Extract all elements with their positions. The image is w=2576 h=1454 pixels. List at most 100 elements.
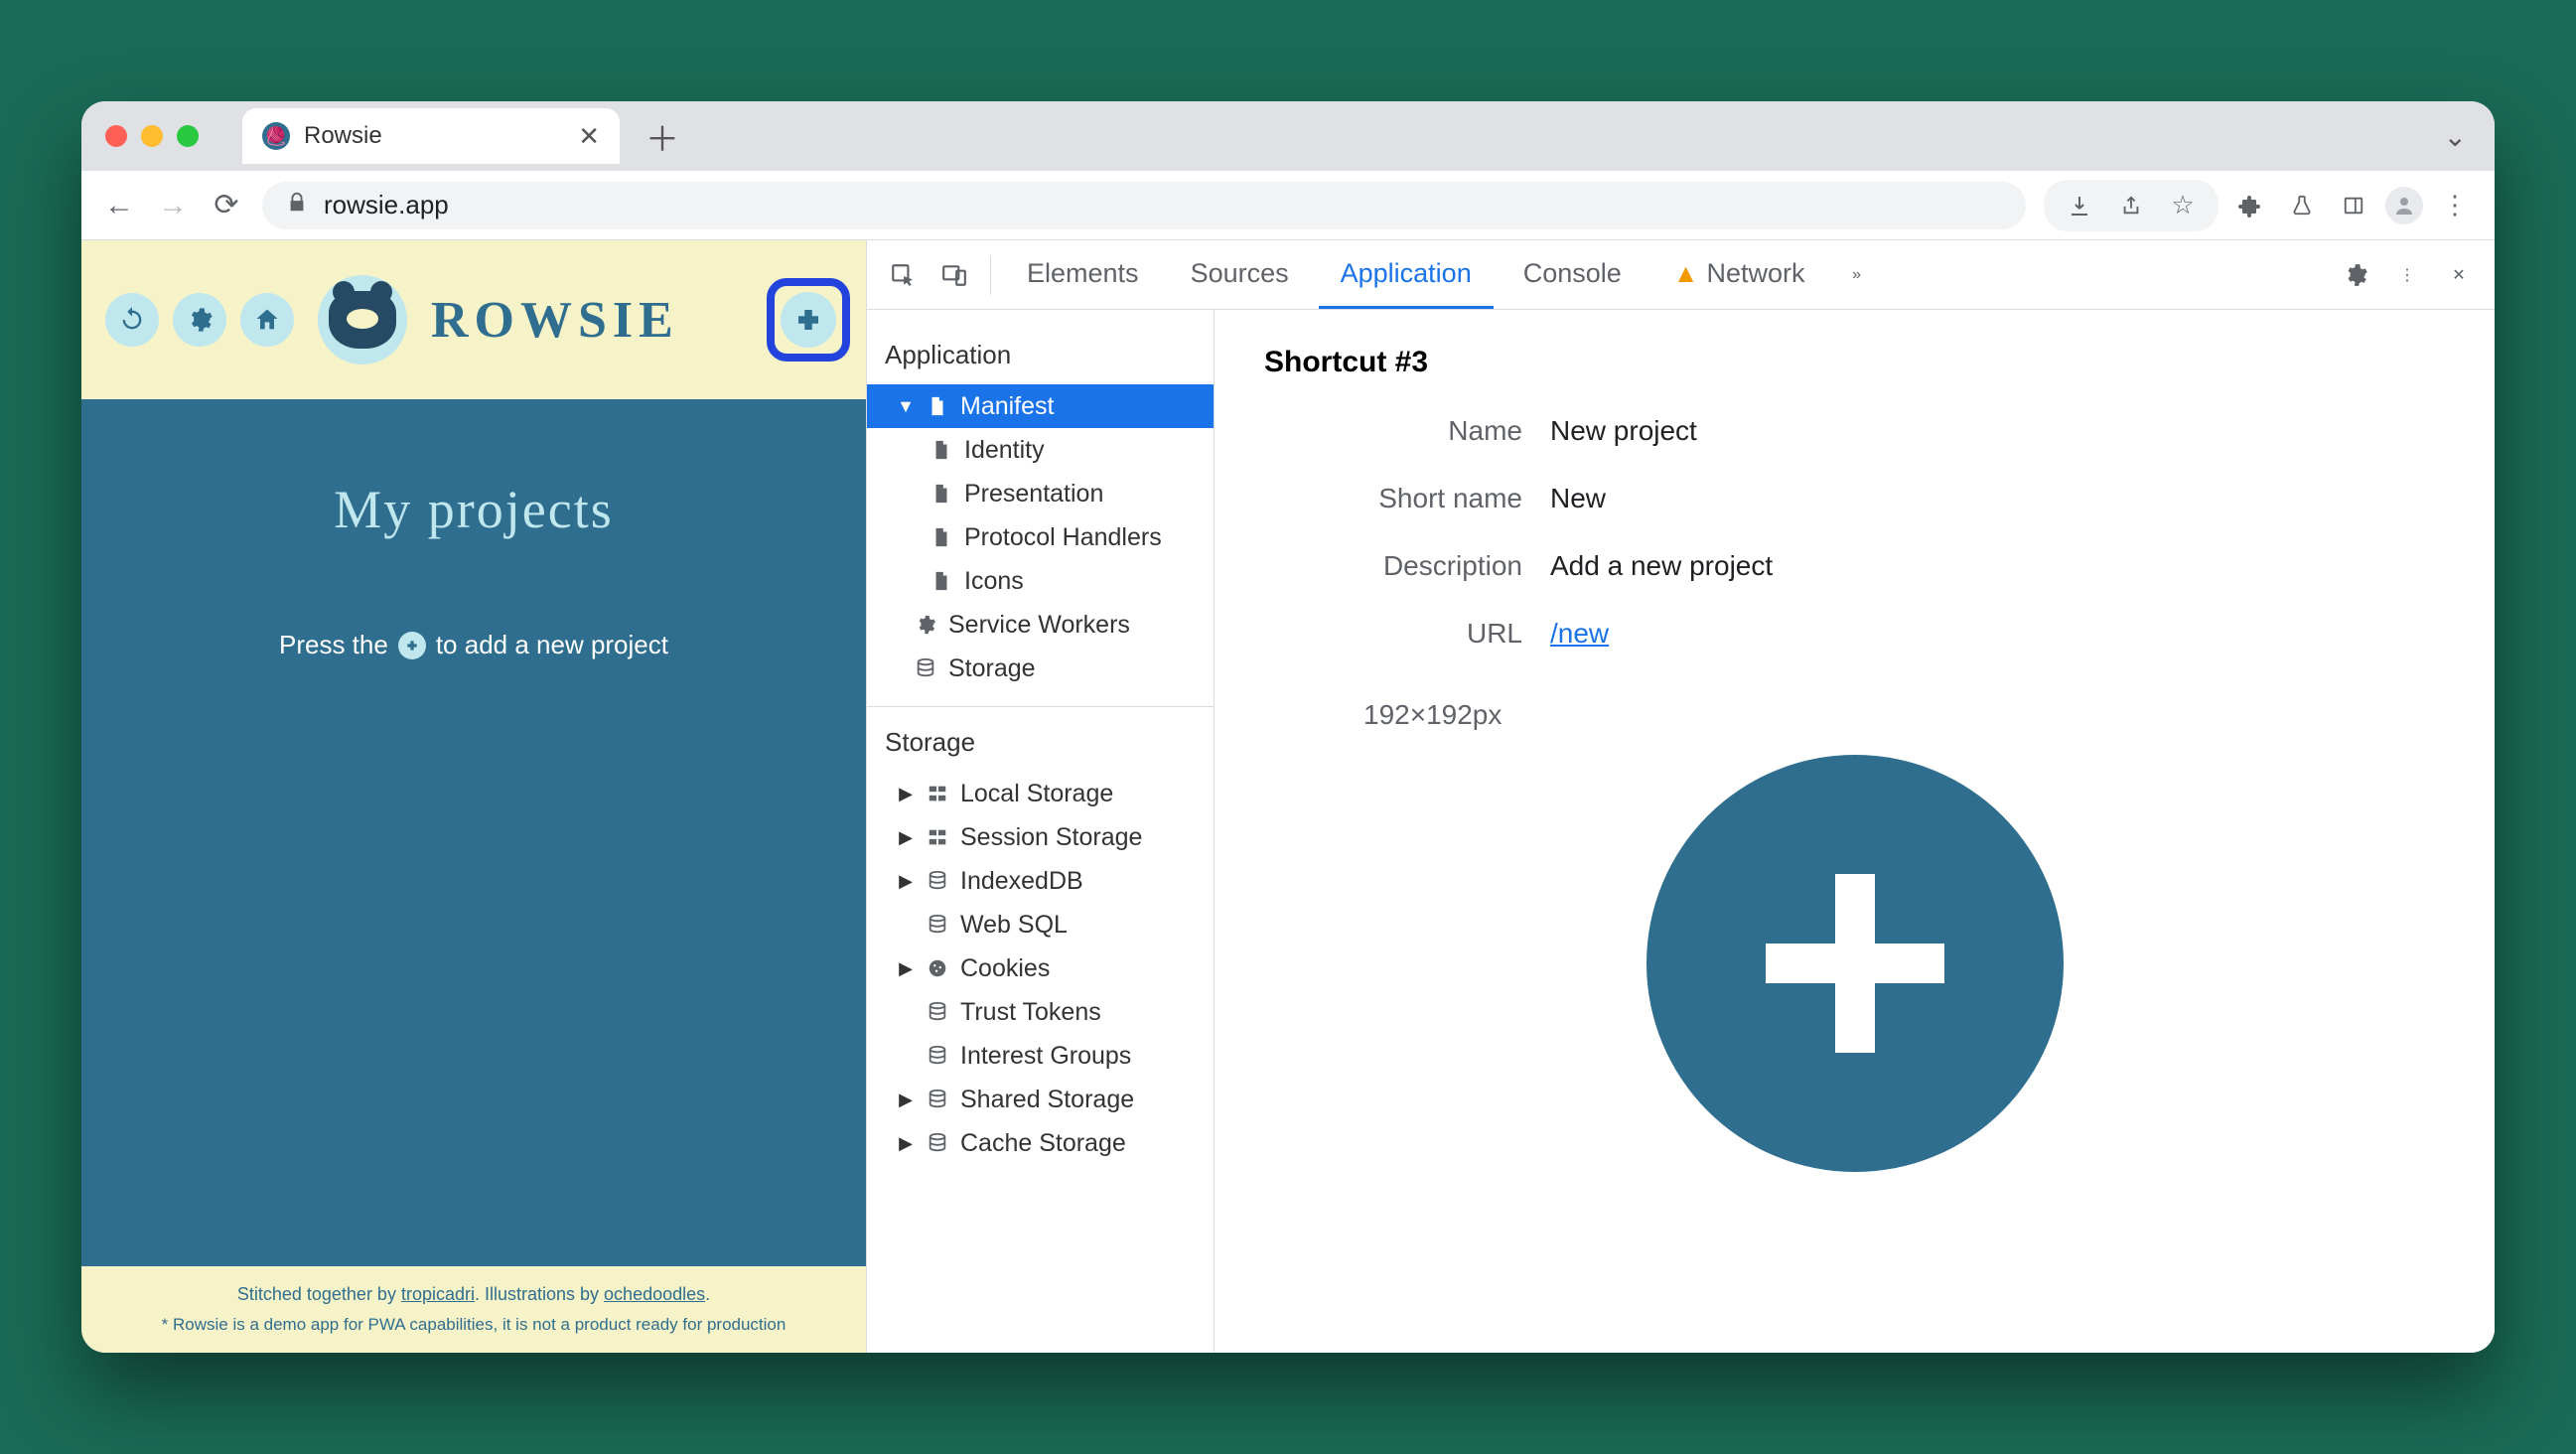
content-area: ROWSIE My projects Press the to add a ne… <box>81 240 2495 1353</box>
icon-dimensions: 192×192px <box>1363 699 1502 731</box>
chevron-right-icon: ▶ <box>897 784 915 804</box>
maximize-window-button[interactable] <box>177 125 199 147</box>
close-tab-icon[interactable]: ✕ <box>578 121 600 152</box>
browser-tab[interactable]: 🧶 Rowsie ✕ <box>242 108 620 164</box>
address-bar: ← → ⟳ rowsie.app ☆ ⋮ <box>81 171 2495 240</box>
tab-title: Rowsie <box>304 122 382 150</box>
inspect-element-icon[interactable] <box>881 253 925 297</box>
share-icon[interactable] <box>2111 186 2151 225</box>
sidebar-item-identity[interactable]: Identity <box>867 428 1214 472</box>
browser-window: 🧶 Rowsie ✕ ＋ ⌄ ← → ⟳ rowsie.app ☆ <box>81 101 2495 1353</box>
tab-sources[interactable]: Sources <box>1169 240 1311 309</box>
install-app-icon[interactable] <box>2060 186 2099 225</box>
plus-icon <box>1766 874 1944 1053</box>
page-actions-pill: ☆ <box>2044 180 2218 231</box>
plus-icon <box>793 305 823 335</box>
bookmark-star-icon[interactable]: ☆ <box>2163 186 2203 225</box>
settings-button[interactable] <box>173 293 226 347</box>
tab-strip: 🧶 Rowsie ✕ ＋ ⌄ <box>81 101 2495 171</box>
sidebar-item-interest-groups[interactable]: Interest Groups <box>867 1034 1214 1078</box>
credit-link-1[interactable]: tropicadri <box>401 1284 475 1304</box>
tab-console[interactable]: Console <box>1502 240 1644 309</box>
add-project-button[interactable] <box>767 278 850 362</box>
detail-url-link[interactable]: /new <box>1550 618 1609 649</box>
profile-avatar-icon[interactable] <box>2385 187 2423 224</box>
devtools-pane: Elements Sources Application Console ▲ N… <box>866 240 2495 1353</box>
sidebar-item-web-sql[interactable]: Web SQL <box>867 903 1214 946</box>
app-footer: Stitched together by tropicadri. Illustr… <box>81 1266 866 1353</box>
sidebar-item-trust-tokens[interactable]: Trust Tokens <box>867 990 1214 1034</box>
sidebar-item-shared-storage[interactable]: ▶Shared Storage <box>867 1078 1214 1121</box>
sidepanel-icon[interactable] <box>2334 186 2373 225</box>
window-controls <box>105 125 199 147</box>
device-toolbar-icon[interactable] <box>932 253 976 297</box>
page-title: My projects <box>81 479 866 540</box>
reload-button[interactable]: ⟳ <box>209 188 244 222</box>
sidebar-item-service-workers[interactable]: Service Workers <box>867 603 1214 647</box>
minimize-window-button[interactable] <box>141 125 163 147</box>
gear-icon <box>186 306 214 334</box>
detail-name: New project <box>1550 415 1697 447</box>
lock-icon <box>286 192 308 219</box>
extensions-icon[interactable] <box>2230 186 2270 225</box>
devtools-detail: Shortcut #3 NameNew project Short nameNe… <box>1215 310 2495 1353</box>
app-pane: ROWSIE My projects Press the to add a ne… <box>81 240 866 1353</box>
sidebar-item-local-storage[interactable]: ▶Local Storage <box>867 772 1214 815</box>
shortcut-icon <box>1646 755 2064 1172</box>
sidebar-item-session-storage[interactable]: ▶Session Storage <box>867 815 1214 859</box>
omnibox[interactable]: rowsie.app <box>262 182 2026 229</box>
sidebar-item-protocol-handlers[interactable]: Protocol Handlers <box>867 515 1214 559</box>
sidebar-item-cookies[interactable]: ▶Cookies <box>867 946 1214 990</box>
side-section-storage: Storage <box>867 713 1214 772</box>
chevron-right-icon: ▶ <box>897 1133 915 1154</box>
chevron-right-icon: ▶ <box>897 1090 915 1110</box>
app-logo: ROWSIE <box>431 291 679 350</box>
tab-elements[interactable]: Elements <box>1005 240 1161 309</box>
detail-description: Add a new project <box>1550 550 1773 582</box>
chevron-down-icon: ▼ <box>897 396 915 417</box>
new-tab-button[interactable]: ＋ <box>645 112 679 161</box>
devtools-settings-icon[interactable] <box>2334 253 2377 297</box>
tab-overflow-icon[interactable]: ⌄ <box>2444 120 2467 153</box>
chevron-right-icon: ▶ <box>897 827 915 848</box>
chevron-right-icon: ▶ <box>897 958 915 979</box>
tab-network[interactable]: ▲ Network <box>1651 240 1827 309</box>
detail-title: Shortcut #3 <box>1264 346 2445 379</box>
devtools-close-icon[interactable]: ✕ <box>2437 253 2481 297</box>
empty-state-hint: Press the to add a new project <box>279 630 668 660</box>
sidebar-item-presentation[interactable]: Presentation <box>867 472 1214 515</box>
disclaimer-text: * Rowsie is a demo app for PWA capabilit… <box>97 1315 850 1335</box>
back-button[interactable]: ← <box>101 189 137 222</box>
sidebar-item-storage[interactable]: Storage <box>867 647 1214 690</box>
app-header: ROWSIE <box>81 240 866 399</box>
app-mascot-icon <box>318 275 407 364</box>
close-window-button[interactable] <box>105 125 127 147</box>
url-text: rowsie.app <box>324 190 449 220</box>
home-icon <box>253 306 281 334</box>
sidebar-item-cache-storage[interactable]: ▶Cache Storage <box>867 1121 1214 1165</box>
tab-application[interactable]: Application <box>1319 240 1494 309</box>
devtools-main: Application ▼ Manifest Identity Presenta… <box>867 310 2495 1353</box>
devtools-tabbar: Elements Sources Application Console ▲ N… <box>867 240 2495 310</box>
plus-icon <box>398 632 426 659</box>
chevron-right-icon: ▶ <box>897 871 915 892</box>
sidebar-item-indexeddb[interactable]: ▶IndexedDB <box>867 859 1214 903</box>
credit-link-2[interactable]: ochedoodles <box>604 1284 705 1304</box>
more-tabs-icon[interactable]: » <box>1835 253 1879 297</box>
home-button[interactable] <box>240 293 294 347</box>
toolbar-actions: ☆ ⋮ <box>2044 180 2475 231</box>
devtools-kebab-icon[interactable]: ⋮ <box>2385 253 2429 297</box>
labs-icon[interactable] <box>2282 186 2322 225</box>
favicon-icon: 🧶 <box>262 122 290 150</box>
sync-button[interactable] <box>105 293 159 347</box>
detail-short-name: New <box>1550 483 1606 514</box>
sync-icon <box>118 306 146 334</box>
icon-preview: 192×192px <box>1264 699 2445 1172</box>
sidebar-item-icons[interactable]: Icons <box>867 559 1214 603</box>
forward-button[interactable]: → <box>155 189 191 222</box>
devtools-sidebar: Application ▼ Manifest Identity Presenta… <box>867 310 1215 1353</box>
kebab-menu-icon[interactable]: ⋮ <box>2435 186 2475 225</box>
app-body: My projects Press the to add a new proje… <box>81 399 866 1266</box>
side-section-app: Application <box>867 326 1214 384</box>
sidebar-item-manifest[interactable]: ▼ Manifest <box>867 384 1214 428</box>
